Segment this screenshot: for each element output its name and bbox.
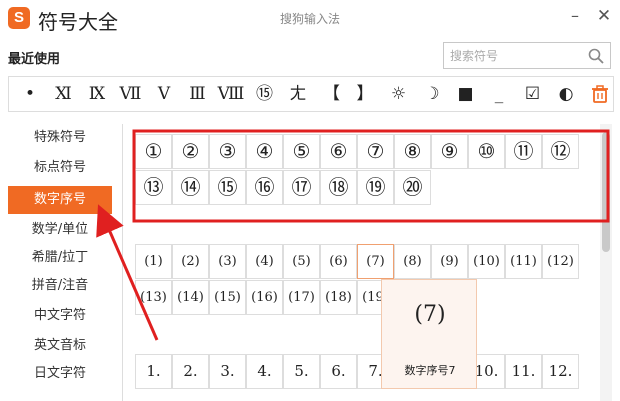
annotation-arrow: [96, 204, 159, 341]
annotation-overlay: [96, 129, 610, 341]
highlight-box: [132, 129, 610, 223]
